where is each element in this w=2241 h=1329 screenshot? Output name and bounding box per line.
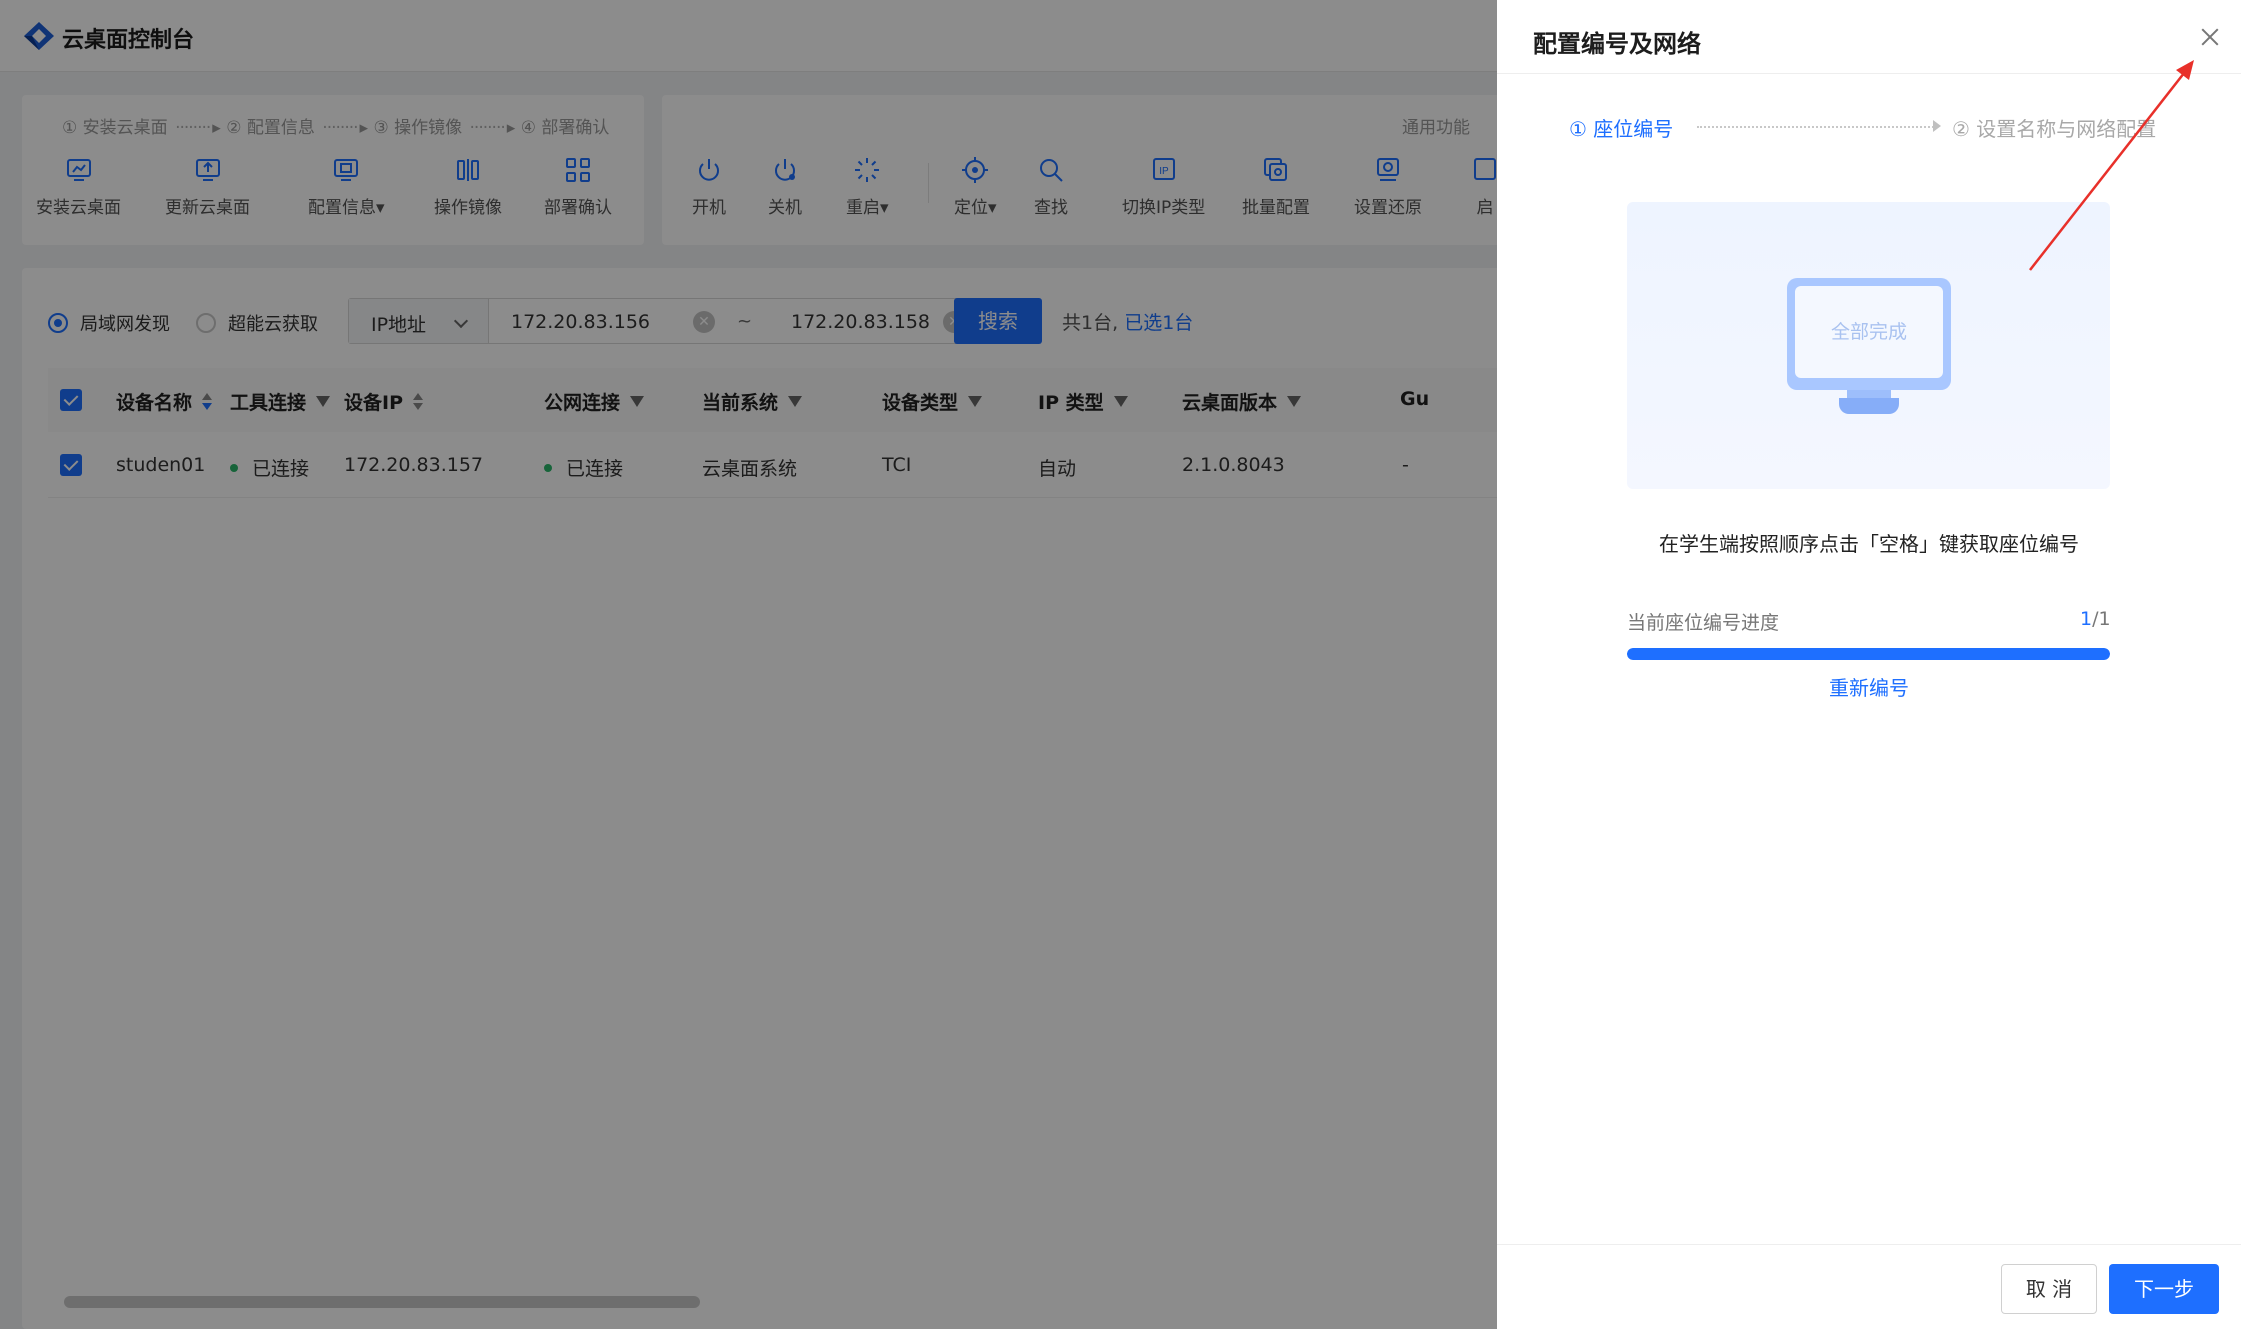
step-name-network: ② 设置名称与网络配置 (1952, 117, 2157, 141)
progress-total: /1 (2092, 608, 2111, 630)
progress-label: 当前座位编号进度 (1627, 612, 1780, 634)
step-connector-line (1697, 126, 1937, 128)
next-button[interactable]: 下一步 (2109, 1264, 2219, 1314)
progress-current: 1 (2080, 608, 2093, 630)
completion-illustration: 全部完成 (1627, 202, 2110, 489)
monitor-icon: 全部完成 (1787, 278, 1951, 390)
renumber-link[interactable]: 重新编号 (1497, 672, 2241, 701)
cancel-button[interactable]: 取 消 (2001, 1264, 2097, 1314)
drawer-header: 配置编号及网络 (1497, 0, 2241, 74)
step-seat-number: ① 座位编号 (1569, 117, 1674, 141)
close-icon[interactable] (2193, 20, 2227, 54)
instruction-text: 在学生端按照顺序点击「空格」键获取座位编号 (1659, 532, 2079, 556)
drawer-title: 配置编号及网络 (1533, 30, 1701, 58)
config-drawer: 配置编号及网络 ① 座位编号 ② 设置名称与网络配置 全部完成 在学生端按照顺序… (1497, 0, 2241, 1329)
illustration-text: 全部完成 (1795, 286, 1943, 378)
drawer-footer: 取 消 下一步 (1497, 1244, 2241, 1329)
step-arrow-icon (1933, 120, 1941, 132)
progress-fill (1627, 648, 2110, 660)
progress-value: 1/1 (2080, 608, 2111, 630)
monitor-base (1839, 398, 1899, 414)
progress-bar (1627, 648, 2110, 660)
